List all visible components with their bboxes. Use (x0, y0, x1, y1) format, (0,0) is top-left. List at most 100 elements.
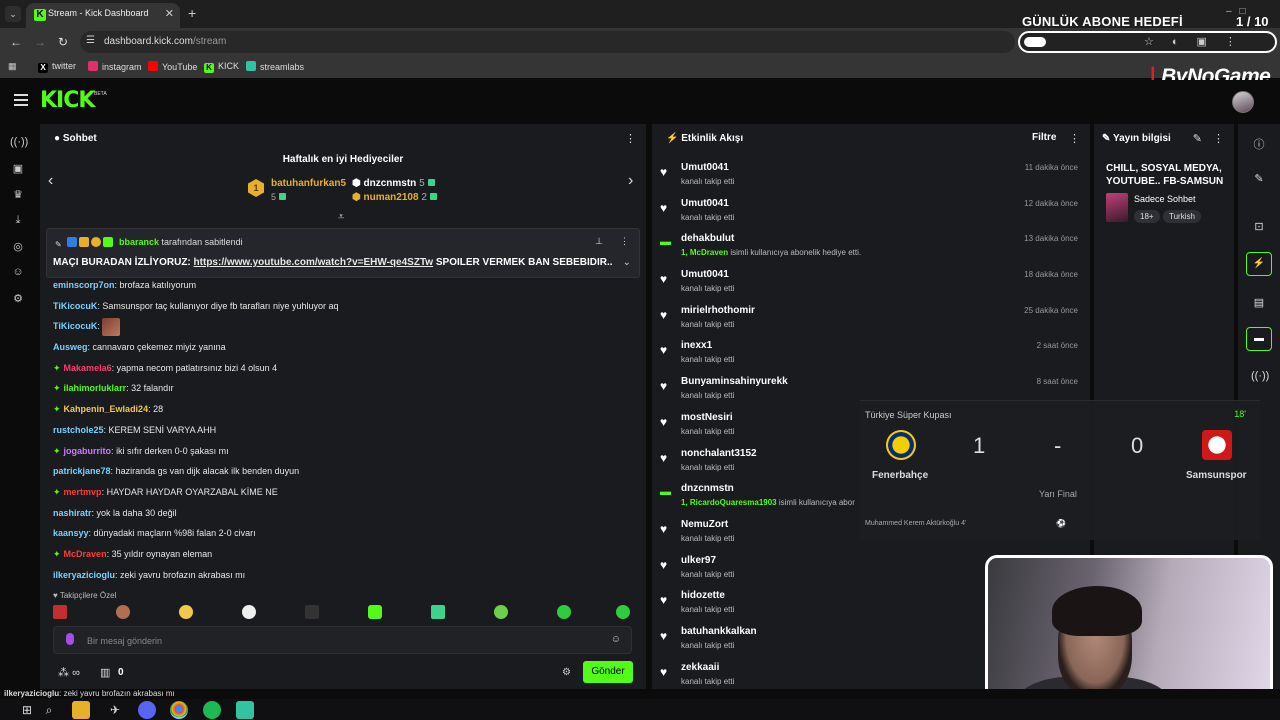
back-arrow-icon[interactable]: ← (10, 35, 22, 49)
capture-icon[interactable]: ⊡ (1251, 220, 1267, 233)
activity-item[interactable]: ♥ inexx1 kanalı takip etti 2 saat önce (658, 336, 1084, 372)
activity-username[interactable]: hidozette (681, 590, 725, 601)
activity-username[interactable]: ulker97 (681, 555, 716, 566)
activity-username[interactable]: mirielrhothomir (681, 305, 755, 316)
discord-icon[interactable] (138, 701, 156, 719)
activity-username[interactable]: nonchalant3152 (681, 448, 757, 459)
apps-icon[interactable]: ▦ (8, 61, 17, 72)
emote[interactable] (494, 605, 508, 619)
pinned-message[interactable]: ✎ bbaranck tarafından sabitlendi ⊥ ⋮ MAÇ… (46, 228, 640, 278)
windows-start-icon[interactable]: ⊞ (18, 701, 36, 719)
emote[interactable] (53, 605, 67, 619)
activity-item[interactable]: ♥ Umut0041 kanalı takip etti 18 dakika önce (658, 265, 1084, 301)
broadcast-icon[interactable]: ((·)) (10, 136, 28, 148)
info-icon[interactable]: ⓘ (1251, 136, 1267, 152)
bookmark-streamlabs[interactable]: streamlabs (246, 61, 304, 72)
bookmark-instagram[interactable]: instagram (88, 61, 142, 72)
bookmark-twitter[interactable]: Xtwitter (38, 61, 76, 73)
stream-info-menu-icon[interactable]: ⋮ (1213, 132, 1224, 145)
user-avatar[interactable] (1232, 91, 1254, 113)
chat-username[interactable]: Kahpenin_Ewladi24 (64, 404, 149, 414)
chat-username[interactable]: TiKicocuK (53, 321, 97, 331)
stream-category[interactable]: Sadece Sohbet (1134, 194, 1196, 204)
chat-username[interactable]: nashiratr (53, 508, 92, 518)
collapse-icon[interactable]: ⩡ (338, 211, 344, 224)
activity-item[interactable]: ♥ mirielrhothomir kanalı takip etti 25 daki… (658, 301, 1084, 337)
chat-username[interactable]: rustchole25 (53, 425, 104, 435)
streamlabs-taskbar-icon[interactable] (236, 701, 254, 719)
activity-username[interactable]: NemuZort (681, 519, 728, 530)
chat-input[interactable]: Bir mesaj gönderin ☺ (53, 626, 632, 654)
tab-kick-dashboard[interactable]: K Stream - Kick Dashboard ✕ (26, 3, 180, 28)
send-button[interactable]: Gönder (583, 661, 633, 683)
community-icon[interactable]: ☺ (10, 266, 26, 278)
tab-close-icon[interactable]: ✕ (165, 7, 174, 20)
chrome-icon[interactable] (170, 701, 188, 719)
chat-username[interactable]: patrickjane78 (53, 466, 111, 476)
filter-button[interactable]: Filtre (1032, 132, 1056, 143)
chat-menu-icon[interactable]: ⋮ (625, 132, 636, 145)
activity-username[interactable]: Umut0041 (681, 162, 729, 173)
edit-icon[interactable]: ✎ (1193, 132, 1202, 145)
activity-menu-icon[interactable]: ⋮ (1069, 132, 1080, 145)
tab-search-button[interactable]: ⌄ (5, 6, 21, 22)
address-bar[interactable]: ☰ dashboard.kick.com/stream (80, 31, 1015, 53)
chat-username[interactable]: ilkeryazicioglu (53, 570, 115, 580)
chat-username[interactable]: mertmvp (64, 487, 102, 497)
target-icon[interactable]: ◎ (10, 240, 26, 253)
activity-username[interactable]: batuhankkalkan (681, 626, 757, 637)
kick-logo[interactable]: KICK (40, 88, 95, 113)
spotify-icon[interactable] (203, 701, 221, 719)
activity-username[interactable]: dehakbulut (681, 233, 734, 244)
emote[interactable] (431, 605, 445, 619)
file-explorer-icon[interactable] (72, 701, 90, 719)
pin-icon[interactable]: ⊥ (595, 236, 603, 247)
viewer-icon[interactable]: ⁂ ∞ (58, 666, 80, 679)
emote[interactable] (179, 605, 193, 619)
broadcast-status-icon[interactable]: ((·)) (1251, 370, 1269, 382)
emote[interactable] (368, 605, 382, 619)
pencil-icon[interactable]: ✎ (1251, 172, 1267, 185)
activity-item[interactable]: ♥ Umut0041 kanalı takip etti 11 dakika önce (658, 158, 1084, 194)
chat-username[interactable]: kaansyy (53, 528, 89, 538)
new-tab-button[interactable]: + (188, 5, 196, 21)
search-icon[interactable]: ⌕ (40, 701, 58, 719)
chat-username[interactable]: ilahimorluklarr (64, 383, 127, 393)
activity-username[interactable]: zekkaaii (681, 662, 719, 673)
emote[interactable] (242, 605, 256, 619)
gift-icon[interactable]: ▥ (100, 666, 110, 679)
chat-username[interactable]: Ausweg (53, 342, 88, 352)
chat-username[interactable]: McDraven (64, 549, 107, 559)
emote[interactable] (305, 605, 319, 619)
notes-icon[interactable]: ▤ (1251, 296, 1267, 309)
activity-toggle-icon[interactable]: ⚡ (1246, 252, 1272, 276)
emote[interactable] (616, 605, 630, 619)
pinned-link[interactable]: https://www.youtube.com/watch?v=EHW-qe4S… (194, 257, 434, 268)
forward-arrow-icon[interactable]: → (34, 35, 46, 49)
trophy-icon[interactable]: ♛ (10, 188, 26, 201)
activity-username[interactable]: inexx1 (681, 340, 712, 351)
bookmark-kick[interactable]: K KICK (204, 61, 239, 73)
chat-username[interactable]: eminscorp7on (53, 280, 115, 290)
browser-extension-icons[interactable]: ☆◐▣⋮ (1144, 35, 1254, 48)
activity-username[interactable]: Umut0041 (681, 269, 729, 280)
download-icon[interactable]: ⤓ (10, 214, 26, 227)
gifter-name[interactable]: batuhanfurkan5 (271, 178, 346, 189)
dashboard-icon[interactable]: ▣ (10, 162, 26, 175)
chevron-down-icon[interactable]: ⌄ (623, 257, 631, 268)
gifter-name[interactable]: ⬢ dnzcnmstn 5 (352, 178, 435, 189)
gifters-next-icon[interactable]: › (628, 172, 633, 190)
chat-username[interactable]: TiKicocuK (53, 301, 97, 311)
emote[interactable] (557, 605, 571, 619)
menu-icon[interactable] (14, 94, 28, 106)
chat-username[interactable]: jogaburrito (64, 446, 112, 456)
emoji-icon[interactable]: ☺ (611, 634, 621, 645)
bookmark-youtube[interactable]: YouTube (148, 61, 197, 72)
chat-toggle-icon[interactable]: ▬ (1246, 327, 1272, 351)
gifter-name[interactable]: ⬢ numan2108 2 (352, 192, 437, 203)
gifters-prev-icon[interactable]: ‹ (48, 172, 53, 190)
emote[interactable] (116, 605, 130, 619)
activity-item[interactable]: ♥ Umut0041 kanalı takip etti 12 dakika önce (658, 194, 1084, 230)
microphone-icon[interactable] (66, 633, 74, 645)
app-icon[interactable]: ✈ (106, 701, 124, 719)
